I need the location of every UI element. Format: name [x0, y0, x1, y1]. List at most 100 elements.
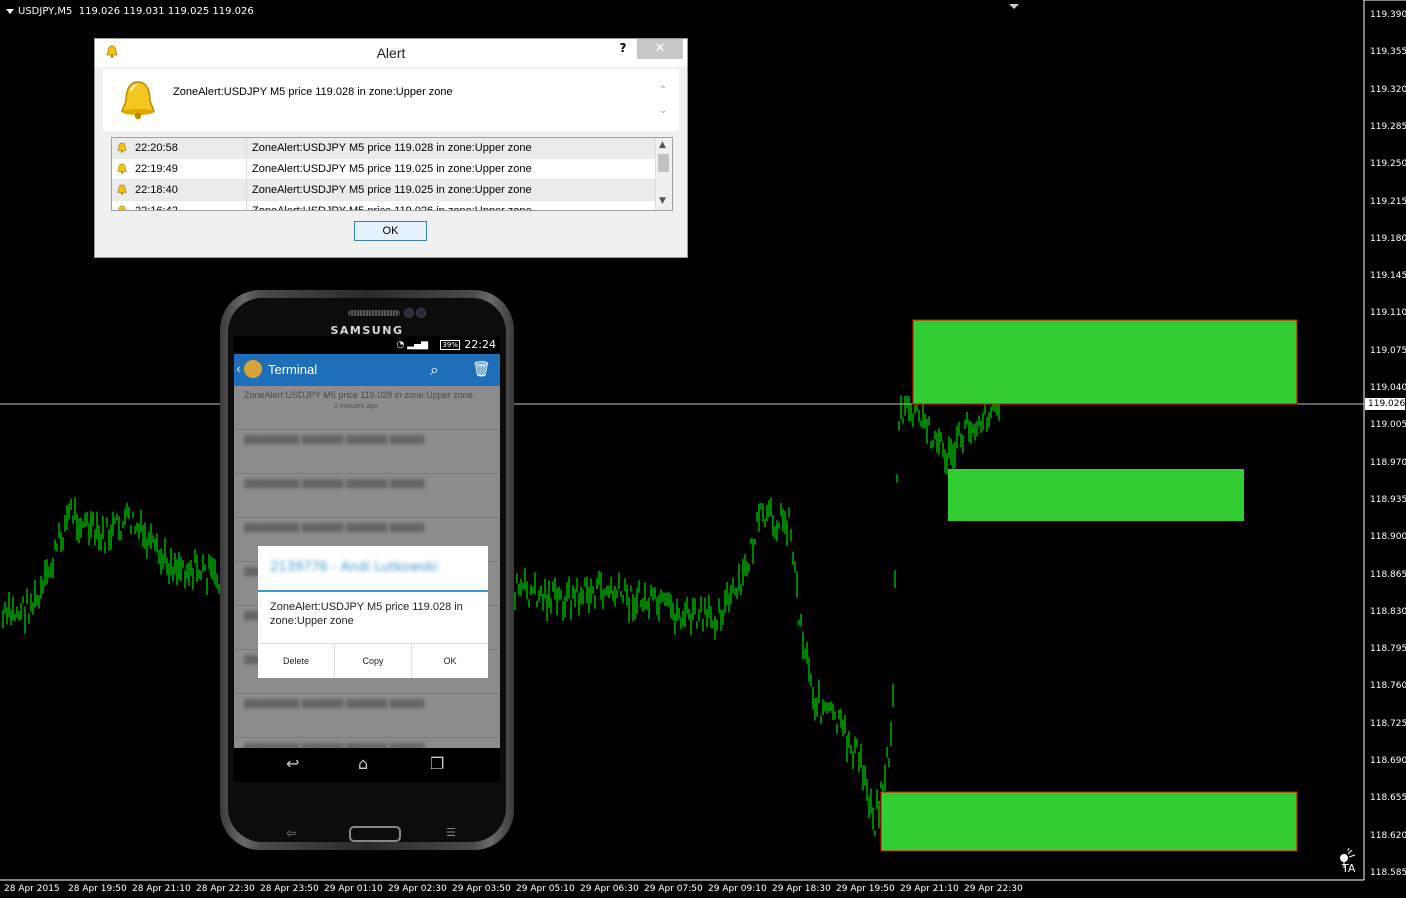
phone-clock: 22:24 — [464, 338, 496, 351]
phone-dialog: 2139776 - Andi Lutkowski ZoneAlert:USDJP… — [258, 546, 488, 678]
large-bell-icon — [120, 81, 156, 120]
copy-button[interactable]: Copy — [335, 644, 412, 678]
hw-back-icon[interactable]: ⇦ — [286, 826, 296, 840]
price-axis-label: 119.390 — [1370, 10, 1406, 20]
hw-home-button[interactable] — [349, 826, 401, 842]
log-text: ZoneAlert:USDJPY M5 price 119.026 in zon… — [252, 205, 532, 211]
log-text: ZoneAlert:USDJPY M5 price 119.028 in zon… — [252, 142, 532, 154]
price-axis-label: 119.215 — [1370, 196, 1406, 207]
battery-indicator: 39% — [440, 340, 460, 350]
phone-body: SAMSUNG ◔ ▂▄▆ 39% 22:24 ‹ Terminal ⌕ 🗑 Z… — [228, 298, 506, 842]
price-axis-label: 118.655 — [1370, 793, 1406, 804]
current-price-badge: 119.026 — [1365, 398, 1405, 410]
alert-title: Alert — [376, 45, 406, 61]
bell-icon — [117, 163, 127, 174]
time-axis-label: 29 Apr 03:50 — [452, 884, 511, 894]
time-axis-label: 29 Apr 02:30 — [388, 884, 447, 894]
time-axis-label: 29 Apr 05:10 — [516, 884, 575, 894]
price-axis-label: 118.935 — [1370, 494, 1406, 505]
bell-icon — [117, 184, 127, 195]
alert-message-area: ZoneAlert:USDJPY M5 price 119.028 in zon… — [103, 69, 679, 131]
log-time: 22:16:42 — [135, 205, 178, 211]
alert-titlebar[interactable]: Alert ? ✕ — [95, 39, 687, 67]
scroll-thumb[interactable] — [658, 154, 669, 172]
price-axis-label: 118.970 — [1370, 457, 1406, 468]
nav-back-icon[interactable]: ↩ — [286, 754, 299, 773]
speaker-grille — [348, 310, 400, 316]
symbol-label: USDJPY,M5 — [18, 6, 73, 17]
help-button[interactable]: ? — [615, 41, 631, 59]
bell-icon — [118, 205, 126, 210]
upper-zone — [912, 319, 1298, 405]
time-axis-label: 29 Apr 01:10 — [324, 884, 383, 894]
dialog-message: ZoneAlert:USDJPY M5 price 119.028 in zon… — [270, 601, 463, 627]
time-axis-label: 29 Apr 09:10 — [708, 884, 767, 894]
dialog-buttons: Delete Copy OK — [258, 643, 488, 678]
price-axis-label: 118.725 — [1370, 718, 1406, 729]
price-axis-label: 119.285 — [1370, 121, 1406, 132]
log-row[interactable]: 22:19:49 ZoneAlert:USDJPY M5 price 119.02… — [112, 159, 672, 180]
nav-recents-icon[interactable]: ❐ — [430, 754, 444, 773]
dialog-ok-button[interactable]: OK — [412, 644, 488, 678]
price-axis-label: 119.040 — [1370, 383, 1406, 393]
time-axis-label: 29 Apr 21:10 — [900, 884, 959, 894]
price-axis-label: 118.585 — [1370, 867, 1406, 878]
phone-screen: ◔ ▂▄▆ 39% 22:24 ‹ Terminal ⌕ 🗑 ZoneAlert… — [234, 336, 500, 782]
nav-home-icon[interactable]: ⌂ — [358, 754, 368, 773]
price-axis-label: 118.865 — [1370, 569, 1406, 580]
price-axis-label: 118.900 — [1370, 532, 1406, 543]
log-scrollbar[interactable]: ▲ ▼ — [655, 138, 672, 210]
alert-log-list[interactable]: 22:20:58 ZoneAlert:USDJPY M5 price 119.02… — [111, 137, 673, 211]
back-arrow-icon[interactable]: ‹ — [236, 362, 241, 376]
time-axis-label: 28 Apr 21:10 — [132, 884, 191, 894]
price-axis-label: 118.795 — [1370, 644, 1406, 655]
price-axis-label: 119.145 — [1370, 271, 1406, 282]
price-axis-label: 118.690 — [1370, 756, 1406, 766]
ohlc-values: 119.026 119.031 119.025 119.026 — [78, 6, 254, 17]
lower-zone — [880, 791, 1298, 852]
dialog-title-text: 2139776 - Andi Lutkowski — [270, 560, 438, 575]
time-axis-label: 29 Apr 06:30 — [580, 884, 639, 894]
camera-icon — [404, 308, 414, 318]
alert-dialog: Alert ? ✕ ZoneAlert:USDJPY M5 price 119.… — [94, 38, 688, 258]
log-row[interactable]: 22:18:40 ZoneAlert:USDJPY M5 price 119.02… — [112, 180, 672, 201]
time-axis-label: 28 Apr 23:50 — [260, 884, 319, 894]
symbol-header: USDJPY,M5 119.026 119.031 119.025 119.02… — [6, 6, 254, 17]
app-bar: ‹ Terminal ⌕ 🗑 — [234, 354, 500, 386]
close-button[interactable]: ✕ — [637, 39, 683, 59]
dialog-title: 2139776 - Andi Lutkowski — [258, 546, 488, 592]
price-axis-label: 119.075 — [1370, 345, 1406, 356]
log-row[interactable]: 22:16:42 ZoneAlert:USDJPY M5 price 119.02… — [112, 201, 672, 211]
time-axis-label: 28 Apr 22:30 — [196, 884, 255, 894]
nav-bar: ↩ ⌂ ❐ — [234, 748, 500, 782]
time-axis-label: 29 Apr 19:50 — [836, 884, 895, 894]
log-time: 22:20:58 — [135, 142, 178, 154]
price-axis-label: 118.760 — [1370, 681, 1406, 692]
price-axis-label: 118.620 — [1370, 830, 1406, 841]
log-time: 22:19:49 — [135, 163, 178, 175]
hw-menu-icon[interactable]: ☰ — [446, 826, 456, 839]
dropdown-arrow-icon[interactable] — [6, 8, 14, 14]
delete-button[interactable]: Delete — [258, 644, 335, 678]
time-axis-label: 28 Apr 19:50 — [68, 884, 127, 894]
message-scrollbar[interactable]: ⌃ ⌄ — [659, 85, 669, 119]
ok-button[interactable]: OK — [354, 221, 427, 241]
trash-icon[interactable]: 🗑 — [472, 360, 491, 378]
time-axis-label: 29 Apr 07:50 — [644, 884, 703, 894]
bell-icon — [117, 142, 127, 153]
app-logo-icon — [244, 360, 262, 378]
trading-alert-icon[interactable]: TA — [1337, 847, 1361, 876]
price-axis-label: 119.180 — [1370, 233, 1406, 244]
signal-icon: ◔ ▂▄▆ — [396, 340, 428, 350]
ta-label: TA — [1342, 862, 1356, 875]
price-axis-label: 119.320 — [1370, 84, 1406, 95]
middle-zone — [948, 469, 1244, 521]
search-icon[interactable]: ⌕ — [430, 360, 439, 380]
alert-message: ZoneAlert:USDJPY M5 price 119.028 in zon… — [173, 86, 453, 98]
shift-marker-icon — [1009, 4, 1019, 9]
time-axis-label: 29 Apr 22:30 — [964, 884, 1023, 894]
log-row[interactable]: 22:20:58 ZoneAlert:USDJPY M5 price 119.02… — [112, 138, 672, 159]
phone-mockup: SAMSUNG ◔ ▂▄▆ 39% 22:24 ‹ Terminal ⌕ 🗑 Z… — [220, 290, 514, 850]
time-axis-label: 28 Apr 2015 — [4, 884, 60, 894]
price-axis-label: 119.110 — [1370, 308, 1406, 319]
